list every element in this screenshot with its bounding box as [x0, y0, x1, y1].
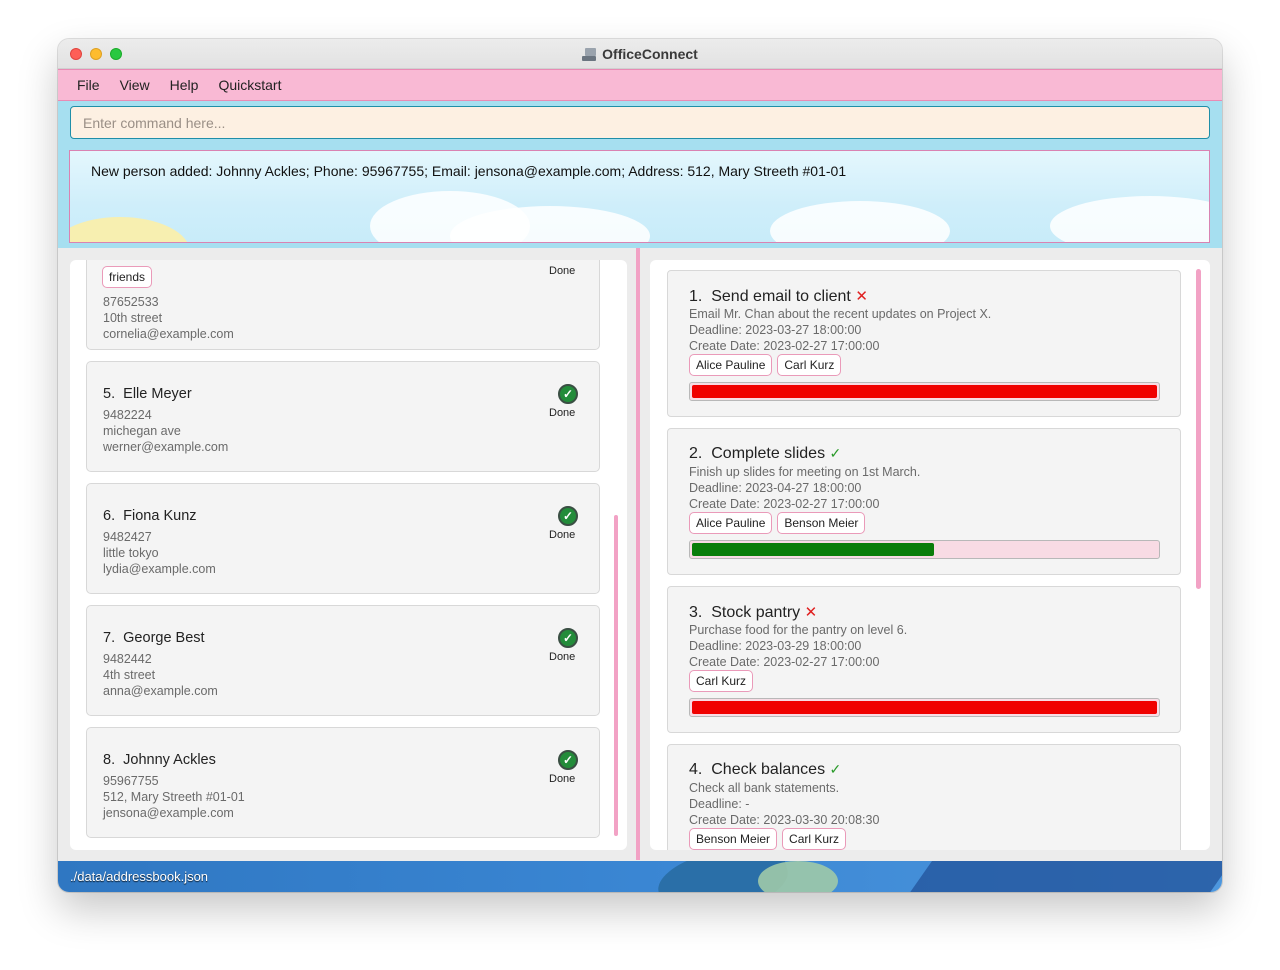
task-progress-fill [692, 385, 1157, 398]
checkmark-icon: ✓ [829, 445, 842, 461]
status-label: Done [549, 529, 576, 541]
task-progress-fill [692, 543, 934, 556]
person-address: 4th street [103, 668, 156, 682]
person-list[interactable]: friends Done 87652533 10th street cornel… [70, 260, 627, 850]
task-card[interactable]: 1. Send email to client ✕ Email Mr. Chan… [667, 270, 1181, 417]
task-create-date: Create Date: 2023-02-27 17:00:00 [689, 497, 880, 511]
task-card[interactable]: 2. Complete slides ✓ Finish up slides fo… [667, 428, 1181, 575]
person-phone: 9482224 [103, 408, 152, 422]
task-list-scrollbar[interactable] [1196, 269, 1201, 589]
menu-view[interactable]: View [120, 77, 150, 93]
person-phone: 87652533 [103, 295, 159, 309]
status-label: Done [549, 407, 576, 419]
assignee-tag: Carl Kurz [782, 828, 847, 850]
task-create-date: Create Date: 2023-03-30 20:08:30 [689, 813, 880, 827]
task-description: Email Mr. Chan about the recent updates … [689, 307, 992, 321]
task-description: Purchase food for the pantry on level 6. [689, 623, 908, 637]
person-phone: 9482442 [103, 652, 152, 666]
person-card[interactable]: friends Done 87652533 10th street cornel… [86, 260, 600, 350]
tag-label: friends [102, 266, 153, 288]
person-card[interactable]: 5. Elle Meyer ✓ Done 9482224 michegan av… [86, 361, 600, 472]
assignee-tag: Alice Pauline [689, 512, 773, 534]
assignee-tag: Carl Kurz [689, 670, 754, 692]
task-card[interactable]: 4. Check balances ✓ Check all bank state… [667, 744, 1181, 850]
menu-bar: File View Help Quickstart [58, 69, 1222, 101]
person-card[interactable]: 8. Johnny Ackles ✓ Done 95967755 512, Ma… [86, 727, 600, 838]
task-progress-bar [689, 540, 1160, 559]
menu-quickstart[interactable]: Quickstart [218, 77, 281, 93]
menu-help[interactable]: Help [170, 77, 199, 93]
person-email: lydia@example.com [103, 562, 216, 576]
task-title: 3. Stock pantry ✕ [689, 604, 818, 621]
person-address: 512, Mary Streeth #01-01 [103, 790, 245, 804]
task-deadline: Deadline: 2023-04-27 18:00:00 [689, 481, 862, 495]
status-label: Done [549, 265, 576, 277]
checkmark-icon: ✓ [829, 761, 842, 777]
person-name: 8. Johnny Ackles [103, 752, 216, 768]
assignee-tag: Alice Pauline [689, 354, 773, 376]
task-description: Finish up slides for meeting on 1st Marc… [689, 465, 921, 479]
task-progress-bar [689, 382, 1160, 401]
person-email: jensona@example.com [103, 806, 234, 820]
person-address: 10th street [103, 311, 163, 325]
person-email: anna@example.com [103, 684, 218, 698]
sun-decoration [70, 217, 190, 242]
person-phone: 95967755 [103, 774, 159, 788]
person-card[interactable]: 7. George Best ✓ Done 9482442 4th street… [86, 605, 600, 716]
assignee-tag: Benson Meier [777, 512, 866, 534]
cross-icon: ✕ [804, 604, 818, 621]
status-bar-decoration [758, 861, 838, 892]
result-message: New person added: Johnny Ackles; Phone: … [91, 163, 847, 179]
task-create-date: Create Date: 2023-02-27 17:00:00 [689, 655, 880, 669]
task-progress-bar [689, 698, 1160, 717]
cross-icon: ✕ [855, 288, 868, 305]
task-deadline: Deadline: 2023-03-29 18:00:00 [689, 639, 862, 653]
person-card[interactable]: 6. Fiona Kunz ✓ Done 9482427 little toky… [86, 483, 600, 594]
split-divider[interactable] [636, 248, 640, 860]
person-name: 5. Elle Meyer [103, 386, 192, 402]
task-title: 2. Complete slides ✓ [689, 445, 842, 462]
person-name: 7. George Best [103, 630, 205, 646]
task-deadline: Deadline: 2023-03-27 18:00:00 [689, 323, 862, 337]
app-icon [582, 47, 597, 61]
save-location-path: ./data/addressbook.json [70, 869, 209, 884]
task-title: 4. Check balances ✓ [689, 761, 842, 778]
app-window: OfficeConnect File View Help Quickstart … [58, 39, 1222, 892]
status-bar-decoration [900, 861, 1222, 892]
person-phone: 9482427 [103, 530, 152, 544]
check-circle-icon: ✓ [558, 750, 578, 770]
check-circle-icon: ✓ [558, 628, 578, 648]
task-title: 1. Send email to client ✕ [689, 288, 868, 305]
person-email: werner@example.com [103, 440, 229, 454]
cloud-decoration [1050, 196, 1209, 242]
assignee-tag: Benson Meier [689, 828, 778, 850]
task-deadline: Deadline: - [689, 797, 750, 811]
assignee-tag: Carl Kurz [777, 354, 842, 376]
status-label: Done [549, 651, 576, 663]
person-address: michegan ave [103, 424, 181, 438]
menu-file[interactable]: File [77, 77, 100, 93]
command-area [58, 101, 1222, 147]
result-display: New person added: Johnny Ackles; Phone: … [69, 150, 1210, 243]
check-circle-icon: ✓ [558, 384, 578, 404]
task-description: Check all bank statements. [689, 781, 840, 795]
task-card[interactable]: 3. Stock pantry ✕ Purchase food for the … [667, 586, 1181, 733]
cloud-decoration [770, 201, 950, 242]
title-bar: OfficeConnect [58, 39, 1222, 69]
person-address: little tokyo [103, 546, 159, 560]
result-area: New person added: Johnny Ackles; Phone: … [58, 147, 1222, 248]
person-list-scrollbar[interactable] [614, 515, 618, 836]
status-bar: ./data/addressbook.json [58, 861, 1222, 892]
status-label: Done [549, 773, 576, 785]
command-input[interactable] [70, 106, 1210, 139]
task-list[interactable]: 1. Send email to client ✕ Email Mr. Chan… [650, 260, 1210, 850]
window-title: OfficeConnect [602, 46, 698, 62]
task-progress-fill [692, 701, 1157, 714]
person-email: cornelia@example.com [103, 327, 234, 341]
person-name: 6. Fiona Kunz [103, 508, 197, 524]
check-circle-icon: ✓ [558, 506, 578, 526]
task-create-date: Create Date: 2023-02-27 17:00:00 [689, 339, 880, 353]
